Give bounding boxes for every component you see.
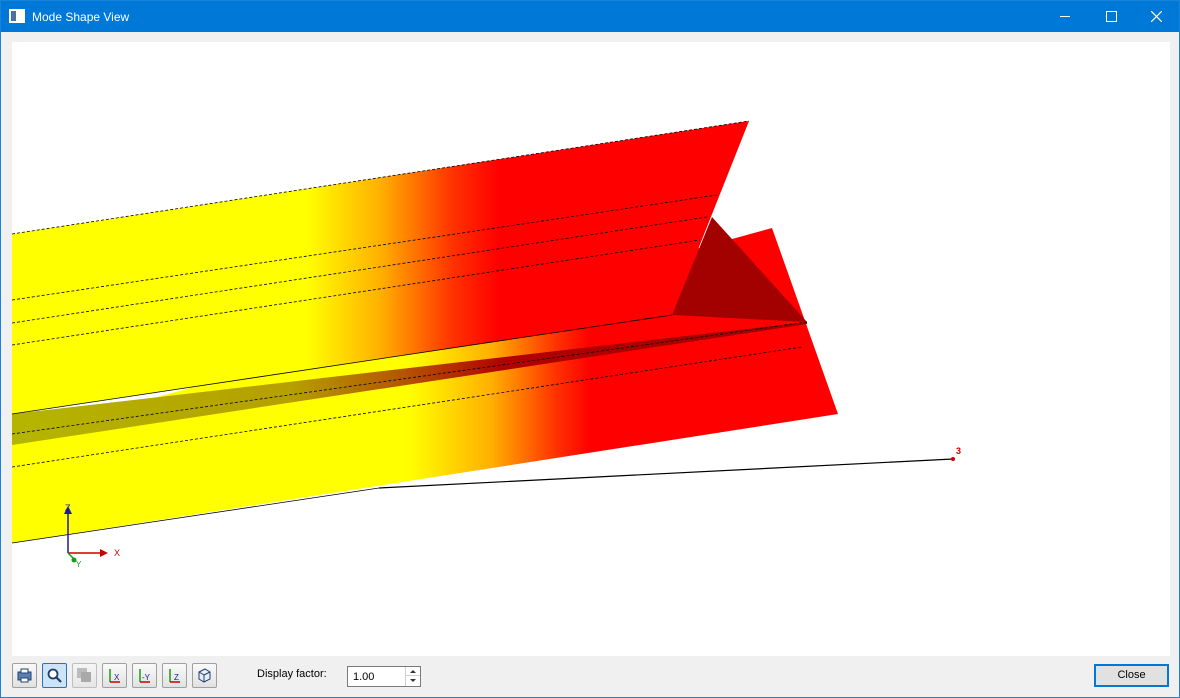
axis-x-icon: X — [109, 669, 120, 683]
view-z-button[interactable]: Z — [162, 663, 187, 688]
spinner-arrows[interactable] — [405, 667, 420, 686]
window-title: Mode Shape View — [32, 10, 130, 24]
display-factor-input[interactable] — [348, 667, 406, 686]
isometric-view-button[interactable] — [192, 663, 217, 688]
render-button[interactable] — [72, 663, 97, 688]
magnifier-icon — [47, 668, 62, 683]
close-icon — [1151, 11, 1162, 22]
title-bar[interactable]: Mode Shape View — [1, 1, 1179, 32]
print-view-button[interactable] — [12, 663, 37, 688]
print-icon — [17, 668, 32, 683]
display-factor-spinner[interactable] — [347, 666, 421, 687]
close-window-button[interactable] — [1133, 1, 1179, 32]
zoom-button[interactable] — [42, 663, 67, 688]
spinner-up-icon[interactable] — [406, 667, 420, 676]
render-icon — [77, 668, 91, 682]
minimize-button[interactable] — [1042, 1, 1088, 32]
mode-shape-viewport[interactable]: 3 Z X Y — [12, 42, 1170, 656]
app-window-icon — [9, 9, 25, 23]
node-3-label: 3 — [956, 446, 961, 456]
close-button[interactable]: Close — [1094, 664, 1169, 687]
svg-text:Z: Z — [174, 673, 179, 682]
svg-text:-Y: -Y — [142, 673, 151, 682]
display-factor-label: Display factor: — [257, 668, 327, 680]
view-minus-y-button[interactable]: -Y — [132, 663, 157, 688]
mode-shape-window: Mode Shape View 3 Z X Y X -Y Z Display f… — [0, 0, 1180, 698]
isometric-icon — [198, 668, 211, 683]
mode-shape-canvas[interactable]: 3 Z X Y — [12, 42, 1170, 656]
axis-y-label: Y — [76, 560, 82, 569]
maximize-button[interactable] — [1088, 1, 1134, 32]
axis-z-label: Z — [65, 503, 71, 513]
view-x-button[interactable]: X — [102, 663, 127, 688]
spinner-down-icon[interactable] — [406, 677, 420, 686]
axis-z-icon: Z — [169, 669, 180, 683]
axis-minus-y-icon: -Y — [139, 669, 151, 683]
axis-x-label: X — [114, 548, 120, 558]
node-3-marker[interactable] — [951, 457, 955, 461]
svg-text:X: X — [114, 673, 120, 682]
